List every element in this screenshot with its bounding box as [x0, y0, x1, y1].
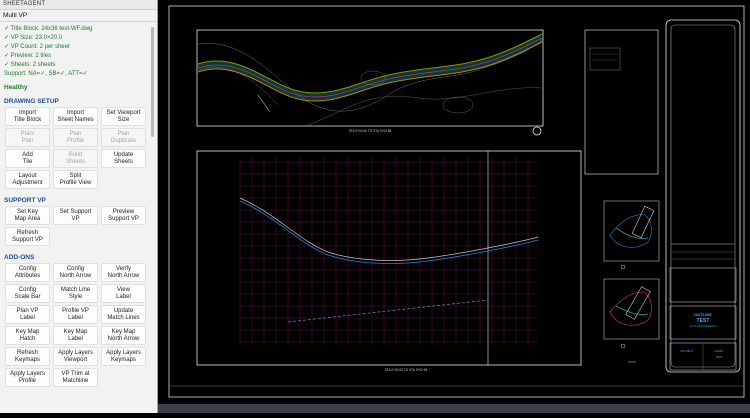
title-box-line2: TEST	[715, 355, 722, 359]
plan-vp-label-button[interactable]: Plan VP Label	[5, 305, 50, 324]
apply-layers-viewport-button[interactable]: Apply Layers Viewport	[53, 347, 98, 366]
apply-layers-keymaps-button[interactable]: Apply Layers Keymaps	[101, 347, 146, 366]
set-viewport-size-button[interactable]: Set Viewport Size	[101, 107, 146, 126]
profile-viewport: STA 0+00.00 TO STA 3+02.54	[196, 150, 582, 372]
plan-duplicate-button[interactable]: Plan Duplicate	[101, 128, 146, 147]
plan-plan-button[interactable]: Plan/ Plan	[5, 128, 50, 147]
view-label-button[interactable]: View Label	[101, 284, 146, 303]
key-map-label-button[interactable]: Key Map Label	[53, 326, 98, 345]
add-tile-button[interactable]: Add Tile	[5, 149, 50, 168]
title-sheet-label1: PROJECT	[680, 349, 693, 353]
config-north-arrow-button[interactable]: Config North Arrow	[53, 263, 98, 282]
status-line: ✓ Preview: 2 tiles	[4, 53, 52, 59]
key-map-hatch-button[interactable]: Key Map Hatch	[5, 326, 50, 345]
status-list: ✓ Title Block: 24x36 test-WF.dwg ✓ VP Siz…	[0, 25, 157, 79]
profile-vp-label-button[interactable]: Profile VP Label	[53, 305, 98, 324]
match-line-style-button[interactable]: Match Line Style	[53, 284, 98, 303]
preview-support-vp-button[interactable]: Preview Support VP	[101, 206, 146, 225]
section-title: SUPPORT VP	[4, 197, 46, 204]
plan-viewport-frame	[196, 29, 544, 127]
notes-panel	[584, 29, 659, 175]
plan-profile-button[interactable]: Plan Profile	[53, 128, 98, 147]
section-buttons: Set Key Map Area Set Support VP Preview Su…	[0, 206, 157, 246]
config-attributes-button[interactable]: Config Attributes	[5, 263, 50, 282]
set-support-vp-button[interactable]: Set Support VP	[53, 206, 98, 225]
status-line: Support: NA=✓, SB=✓, ATT=✓	[4, 71, 88, 77]
title-logo-sub: CIVIL ENGINEERING	[689, 324, 716, 328]
sheet-drawing: STA 0+00.00 TO STA 3+02.58 STA 0+00.00 T…	[168, 5, 745, 398]
import-sheet-names-button[interactable]: Import Sheet Names	[53, 107, 98, 126]
refresh-support-vp-button[interactable]: Refresh Support VP	[5, 227, 50, 246]
split-profile-view-button[interactable]: Split Profile View	[53, 170, 98, 189]
import-title-block-button[interactable]: Import Title Block	[5, 107, 50, 126]
key-map-1	[603, 200, 660, 270]
sheetagent-panel: SHEETAGENT Multi VP ✓ Title Block: 24x36…	[0, 0, 158, 413]
status-line: ✓ Sheets: 2 sheets	[4, 62, 56, 68]
canvas-status-bar	[158, 404, 750, 413]
set-key-map-area-button[interactable]: Set Key Map Area	[5, 206, 50, 225]
plan-north-arrow-icon	[532, 126, 542, 136]
profile-caption: STA 0+00.00 TO STA 3+02.54	[385, 368, 428, 372]
refresh-keymaps-button[interactable]: Refresh Keymaps	[5, 347, 50, 366]
status-line: ✓ Title Block: 24x36 test-WF.dwg	[4, 26, 93, 32]
panel-subtitle: Multi VP	[0, 10, 157, 22]
update-sheets-button[interactable]: Update Sheets	[101, 149, 146, 168]
update-match-lines-button[interactable]: Update Match Lines	[101, 305, 146, 324]
section-buttons: Config Attributes Config North Arrow Verif…	[0, 263, 157, 387]
title-box-line1: OUTLINE	[694, 312, 712, 317]
title-block: OUTLINE TEST CIVIL ENGINEERING PROJECT S…	[665, 19, 741, 373]
section-buttons: Import Title Block Import Sheet Names Set …	[0, 107, 157, 189]
title-sheet-label2: SHEET	[714, 349, 724, 353]
config-scale-bar-button[interactable]: Config Scale Bar	[5, 284, 50, 303]
vp-trim-at-matchline-button[interactable]: VP Trim at Matchline	[53, 368, 98, 387]
status-line: ✓ VP Count: 2 per sheet	[4, 44, 70, 50]
key-map-north-arrow-button[interactable]: Key Map North Arrow	[101, 326, 146, 345]
section-title: ADD-ONS	[4, 254, 35, 261]
health-status: Healthy	[4, 84, 28, 91]
section-title: DRAWING SETUP	[4, 98, 59, 105]
panel-title: SHEETAGENT	[0, 0, 157, 10]
plan-viewport: STA 0+00.00 TO STA 3+02.58	[196, 29, 544, 136]
panel-scrollbar[interactable]	[151, 27, 154, 137]
layout-adjustment-button[interactable]: Layout Adjustment	[5, 170, 50, 189]
plan-caption: STA 0+00.00 TO STA 3+02.58	[349, 129, 392, 133]
drawing-canvas[interactable]: STA 0+00.00 TO STA 3+02.58 STA 0+00.00 T…	[158, 0, 750, 413]
key-map-2	[603, 278, 660, 363]
build-sheets-button[interactable]: Build Sheets	[53, 149, 98, 168]
status-line: ✓ VP Size: 23.0×20.0	[4, 35, 63, 41]
button-sections: DRAWING SETUP Import Title Block Import Sh…	[0, 97, 157, 387]
verify-north-arrow-button[interactable]: Verify North Arrow	[101, 263, 146, 282]
apply-layers-profile-button[interactable]: Apply Layers Profile	[5, 368, 50, 387]
